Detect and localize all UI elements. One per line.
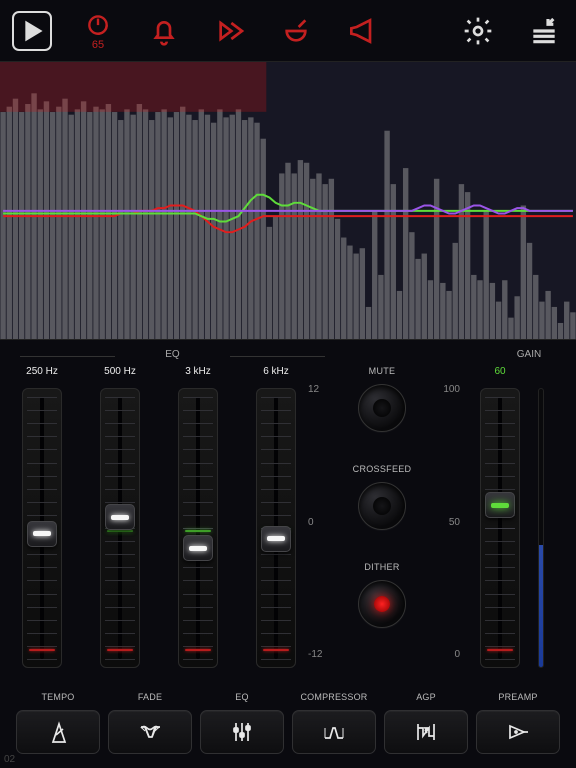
tempo-button[interactable] xyxy=(16,710,100,754)
eq-slider-2[interactable] xyxy=(178,388,218,668)
mute-label: MUTE xyxy=(358,366,406,376)
agp-label: AGP xyxy=(382,692,470,702)
tempo-label: TEMPO xyxy=(14,692,102,702)
toggle-column: MUTE CROSSFEED DITHER xyxy=(326,366,438,668)
gain-section-label: GAIN xyxy=(498,349,560,360)
eq-slider-1[interactable] xyxy=(100,388,140,668)
gain-meter xyxy=(538,388,544,668)
preamp-button[interactable] xyxy=(476,710,560,754)
fade-label: FADE xyxy=(106,692,194,702)
timer-value: 65 xyxy=(92,39,104,51)
mute-knob[interactable] xyxy=(358,384,406,432)
preamp-label: PREAMP xyxy=(474,692,562,702)
eq-slider-3[interactable] xyxy=(256,388,296,668)
compressor-label: COMPRESSOR xyxy=(290,692,378,702)
spectrum-display xyxy=(0,62,576,340)
gain-column: 60 xyxy=(470,366,556,668)
forward-icon[interactable] xyxy=(210,11,250,51)
eq-slider-0[interactable] xyxy=(22,388,62,668)
fade-button[interactable] xyxy=(108,710,192,754)
gain-value: 60 xyxy=(494,366,505,378)
agp-button[interactable] xyxy=(384,710,468,754)
eq-freq-label: 3 kHz xyxy=(185,366,211,378)
eq-freq-label: 250 Hz xyxy=(26,366,58,378)
eq-section-label: EQ xyxy=(20,349,325,360)
settings-icon[interactable] xyxy=(458,11,498,51)
mortar-icon[interactable] xyxy=(276,11,316,51)
top-toolbar: 65 xyxy=(0,0,576,62)
controls-area: EQ GAIN 250 Hz 500 Hz 3 kHz 6 kHz 120-12 MU… xyxy=(0,340,576,754)
crossfeed-label: CROSSFEED xyxy=(353,464,412,474)
dither-label: DITHER xyxy=(358,562,406,572)
bottom-button-row: TEMPO FADE EQ COMPRESSOR AGP PREAMP xyxy=(4,668,572,754)
eq-freq-label: 6 kHz xyxy=(263,366,289,378)
eq-button[interactable] xyxy=(200,710,284,754)
compressor-button[interactable] xyxy=(292,710,376,754)
eq-sliders: 250 Hz 500 Hz 3 kHz 6 kHz xyxy=(12,366,306,668)
collapse-icon[interactable] xyxy=(524,11,564,51)
eq-label: EQ xyxy=(198,692,286,702)
dither-knob[interactable] xyxy=(358,580,406,628)
bell-icon[interactable] xyxy=(144,11,184,51)
play-button[interactable] xyxy=(12,11,52,51)
timer-button[interactable]: 65 xyxy=(78,11,118,51)
eq-scale: 120-12 xyxy=(306,366,326,668)
eq-freq-label: 500 Hz xyxy=(104,366,136,378)
megaphone-icon[interactable] xyxy=(342,11,382,51)
page-index: 02 xyxy=(4,754,15,765)
crossfeed-knob[interactable] xyxy=(358,482,406,530)
gain-slider[interactable] xyxy=(480,388,520,668)
gain-scale: 100500 xyxy=(438,366,460,668)
